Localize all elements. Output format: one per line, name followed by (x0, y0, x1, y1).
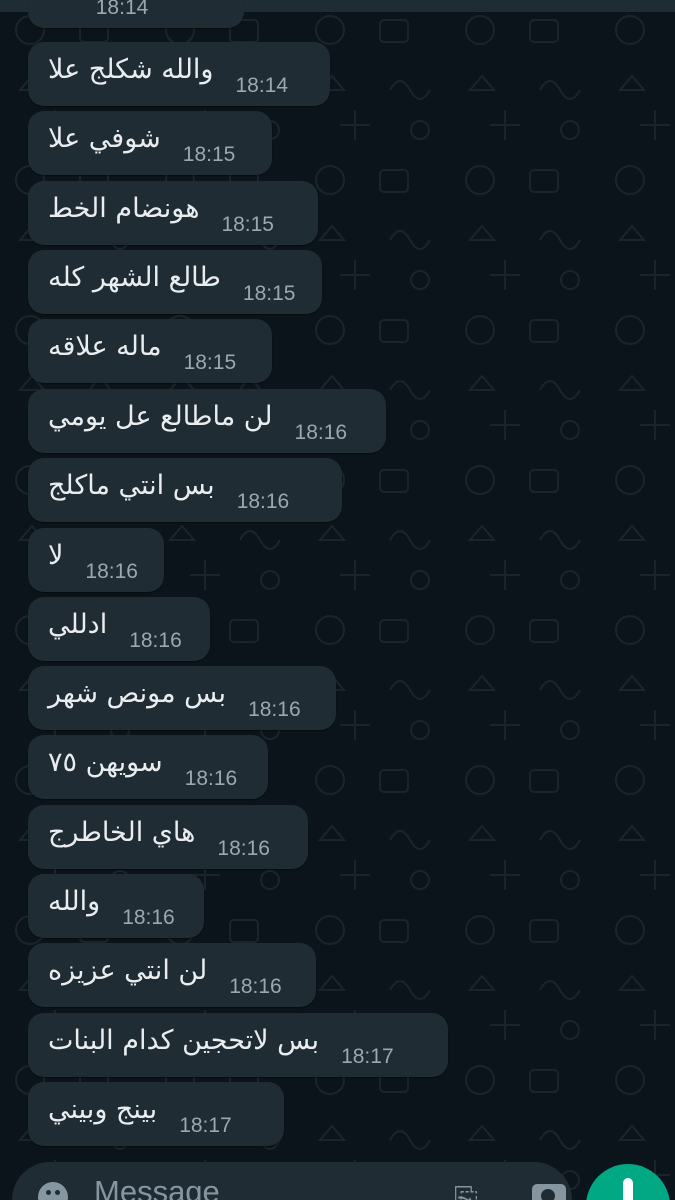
message-time: 18:16 (236, 490, 290, 513)
message-bubble[interactable]: لن انتي عزيزه 18:16 (28, 943, 316, 1007)
message-time: 18:16 (217, 837, 270, 860)
message-time: 18:16 (229, 975, 282, 998)
message-bubble[interactable]: طالع الشهر كله 18:15 (28, 250, 322, 314)
message-time: 18:15 (242, 282, 296, 305)
message-bubble[interactable]: بس لاتحجين كدام البنات 18:17 (28, 1013, 448, 1077)
message-bubble[interactable]: بس انتي ماكلج 18:16 (28, 458, 342, 522)
message-text: بس لاتحجين كدام البنات (48, 1024, 320, 1056)
emoji-icon[interactable] (38, 1182, 68, 1200)
message-text: سويهن ٧٥ (48, 746, 163, 778)
message-composer: Message ⎘ (0, 1160, 675, 1200)
message-placeholder: Message (94, 1174, 220, 1200)
message-text: لن انتي عزيزه (48, 954, 208, 986)
message-text: هاي الخاطرج (48, 816, 196, 848)
message-bubble[interactable]: لا 18:16 (28, 528, 164, 592)
message-time: 18:16 (248, 698, 301, 721)
attach-icon[interactable]: ⎘ (454, 1182, 478, 1200)
message-text: ادللي (48, 608, 108, 640)
mic-button[interactable] (586, 1164, 670, 1200)
message-text: بس مونص شهر (48, 677, 227, 709)
message-bubble[interactable]: ادللي 18:16 (28, 597, 210, 661)
message-time: 18:16 (294, 421, 348, 444)
message-text: والله شكلج علا (48, 53, 214, 85)
message-bubble[interactable]: ... 18:14 (28, 0, 244, 28)
message-text: ماله علاقه (48, 330, 162, 362)
message-time: 18:16 (122, 906, 175, 929)
message-text: ... (48, 0, 74, 7)
message-time: 18:15 (182, 143, 236, 166)
message-text: هونضام الخط (48, 192, 200, 224)
message-list[interactable]: ... 18:14 والله شكلج علا 18:14 شوفي علا … (0, 0, 675, 1160)
message-time: 18:17 (179, 1114, 232, 1137)
message-text: لا (48, 539, 64, 571)
message-time: 18:16 (85, 560, 138, 583)
message-bubble[interactable]: هونضام الخط 18:15 (28, 181, 318, 245)
message-bubble[interactable]: ماله علاقه 18:15 (28, 319, 272, 383)
message-time: 18:16 (129, 629, 182, 652)
message-time: 18:14 (95, 0, 149, 19)
message-text: شوفي علا (48, 122, 161, 154)
message-text: بينج وبيني (48, 1093, 158, 1125)
message-input[interactable]: Message ⎘ (12, 1162, 572, 1200)
message-bubble[interactable]: والله شكلج علا 18:14 (28, 42, 330, 106)
message-time: 18:15 (221, 213, 274, 236)
message-time: 18:17 (341, 1045, 394, 1068)
message-bubble[interactable]: بينج وبيني 18:17 (28, 1082, 284, 1146)
message-text: لن ماطالع عل يومي (48, 400, 273, 432)
message-bubble[interactable]: شوفي علا 18:15 (28, 111, 272, 175)
message-bubble[interactable]: بس مونص شهر 18:16 (28, 666, 336, 730)
message-bubble[interactable]: لن ماطالع عل يومي 18:16 (28, 389, 386, 453)
message-text: والله (48, 885, 101, 917)
chat-screen: ... 18:14 والله شكلج علا 18:14 شوفي علا … (0, 0, 675, 1200)
message-text: بس انتي ماكلج (48, 469, 215, 501)
camera-icon[interactable] (532, 1184, 566, 1200)
message-text: طالع الشهر كله (48, 261, 221, 293)
message-bubble[interactable]: هاي الخاطرج 18:16 (28, 805, 308, 869)
message-time: 18:16 (184, 767, 238, 790)
message-bubble[interactable]: والله 18:16 (28, 874, 204, 938)
message-time: 18:14 (235, 74, 289, 97)
message-time: 18:15 (183, 351, 237, 374)
message-bubble[interactable]: سويهن ٧٥ 18:16 (28, 735, 268, 799)
